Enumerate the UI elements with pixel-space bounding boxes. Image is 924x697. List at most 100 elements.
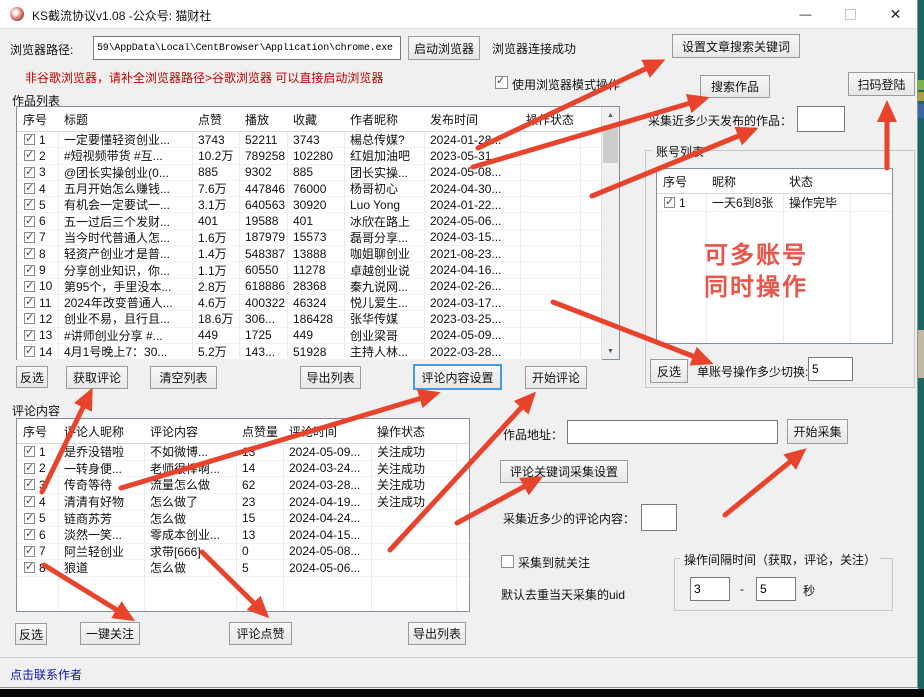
comments-table-row[interactable]: 3 传奇等待 流量怎么做 62 2024-03-28... 关注成功 [17, 477, 469, 494]
row-checkbox[interactable] [24, 313, 35, 324]
comment-like-button[interactable]: 评论点赞 [229, 622, 292, 645]
interval-from-input[interactable] [690, 577, 730, 601]
col-header[interactable]: 状态 [783, 173, 850, 190]
work-url-input[interactable] [567, 420, 778, 444]
works-table-row[interactable]: 8 轻资产创业才是普... 1.4万 548387 13888 咖姐聊创业 20… [17, 246, 602, 262]
launch-browser-button[interactable]: 启动浏览器 [408, 36, 480, 60]
start-collect-button[interactable]: 开始采集 [787, 419, 848, 444]
scan-login-button[interactable]: 扫码登陆 [848, 72, 915, 96]
col-header[interactable]: 点赞 [192, 111, 239, 128]
comments-invert-button[interactable]: 反选 [15, 623, 47, 645]
one-key-follow-button[interactable]: 一键关注 [80, 622, 140, 645]
clear-list-button[interactable]: 清空列表 [150, 366, 217, 389]
account-switch-input[interactable] [808, 357, 853, 381]
row-checkbox[interactable] [24, 529, 35, 540]
col-header[interactable]: 昵称 [706, 173, 783, 190]
col-header[interactable]: 收藏 [287, 111, 344, 128]
close-button[interactable]: ✕ [873, 0, 918, 28]
works-scrollbar[interactable]: ▲ ▼ [601, 107, 619, 359]
maximize-button[interactable] [828, 0, 873, 28]
col-header[interactable]: 发布时间 [424, 111, 520, 128]
works-table-row[interactable]: 1 一定要懂轻资创业... 3743 52211 3743 楊总传媒? 2024… [17, 132, 602, 148]
interval-to-input[interactable] [756, 577, 796, 601]
row-checkbox[interactable] [664, 197, 675, 208]
row-checkbox[interactable] [24, 134, 35, 145]
comments-table-row[interactable]: 7 阿兰轻创业 求带[666] 0 2024-05-08... [17, 544, 469, 561]
row-checkbox[interactable] [24, 446, 35, 457]
works-table-row[interactable]: 5 有机会一定要试一... 3.1万 640563 30920 Luo Yong… [17, 197, 602, 213]
row-checkbox[interactable] [24, 330, 35, 341]
scroll-down-icon[interactable]: ▼ [602, 343, 619, 359]
cell-status [371, 544, 456, 560]
col-header[interactable]: 操作状态 [520, 111, 580, 128]
row-checkbox[interactable] [24, 248, 35, 259]
works-invert-button[interactable]: 反选 [16, 366, 48, 388]
row-select-cell: 7 [17, 544, 58, 560]
start-comment-button[interactable]: 开始评论 [525, 366, 587, 389]
works-table-row[interactable]: 6 五一过后三个发财... 401 19588 401 冰欣在路上 2024-0… [17, 213, 602, 229]
scroll-up-icon[interactable]: ▲ [602, 107, 619, 123]
col-header[interactable]: 评论时间 [283, 423, 371, 440]
col-header[interactable]: 序号 [657, 173, 706, 190]
follow-on-collect-checkbox[interactable] [501, 555, 514, 568]
comments-table-row[interactable]: 6 淡然一笑... 零成本创业... 13 2024-04-15... [17, 527, 469, 544]
search-works-button[interactable]: 搜索作品 [700, 75, 770, 98]
accounts-table-row[interactable]: 1 一天6到8张 操作完毕 [657, 194, 892, 212]
col-header[interactable]: 序号 [17, 111, 58, 128]
get-comments-button[interactable]: 获取评论 [66, 366, 128, 389]
comments-table-row[interactable]: 4 清清有好物 怎么做了 23 2024-04-19... 关注成功 [17, 494, 469, 511]
row-checkbox[interactable] [24, 265, 35, 276]
col-header[interactable]: 评论人昵称 [58, 423, 144, 440]
col-header[interactable]: 操作状态 [371, 423, 456, 440]
comment-content-settings-button[interactable]: 评论内容设置 [413, 364, 502, 390]
col-header[interactable]: 序号 [17, 423, 58, 440]
works-table-row[interactable]: 11 2024年改变普通人... 4.6万 400322 46324 悦儿爱生.… [17, 295, 602, 311]
comments-table-row[interactable]: 1 是乔没错啦 不如微博... 13 2024-05-09... 关注成功 [17, 444, 469, 461]
works-table-row[interactable]: 4 五月开始怎么赚钱... 7.6万 447846 76000 杨哥初心 202… [17, 181, 602, 197]
scrollbar-thumb[interactable] [603, 125, 618, 163]
row-checkbox[interactable] [24, 496, 35, 507]
works-table-row[interactable]: 12 创业不易，且行且... 18.6万 306... 186428 张华传媒 … [17, 311, 602, 327]
row-checkbox[interactable] [24, 513, 35, 524]
row-checkbox[interactable] [24, 167, 35, 178]
browser-path-input[interactable] [93, 36, 401, 60]
comments-table-row[interactable]: 8 狼道 怎么做 5 2024-05-06... [17, 560, 469, 577]
row-checkbox[interactable] [24, 463, 35, 474]
collect-days-input[interactable] [797, 106, 845, 132]
row-checkbox[interactable] [24, 199, 35, 210]
works-table-row[interactable]: 9 分享创业知识，你... 1.1万 60550 11278 卓越创业说 202… [17, 262, 602, 278]
col-header[interactable]: 标题 [58, 111, 192, 128]
works-table-row[interactable]: 14 4月1号晚上7：30... 5.2万 143... 51928 主持人林.… [17, 344, 602, 360]
browser-mode-checkbox[interactable] [495, 76, 508, 89]
row-checkbox[interactable] [24, 562, 35, 573]
collect-count-input[interactable] [641, 504, 677, 531]
comments-table-row[interactable]: 5 链商苏芳 怎么做 15 2024-04-24... [17, 510, 469, 527]
row-checkbox[interactable] [24, 346, 35, 357]
row-checkbox[interactable] [24, 183, 35, 194]
contact-author-link[interactable]: 点击联系作者 [10, 666, 82, 683]
row-checkbox[interactable] [24, 281, 35, 292]
keyword-collect-settings-button[interactable]: 评论关键词采集设置 [500, 460, 628, 483]
works-table-row[interactable]: 7 当今时代普通人怎... 1.6万 187979 15573 磊哥分享... … [17, 230, 602, 246]
row-checkbox[interactable] [24, 216, 35, 227]
col-header[interactable]: 作者昵称 [344, 111, 424, 128]
col-header[interactable]: 播放 [239, 111, 287, 128]
accounts-invert-button[interactable]: 反选 [650, 359, 688, 383]
comments-export-button[interactable]: 导出列表 [408, 622, 466, 645]
works-table-row[interactable]: 10 第95个，手里没本... 2.8万 618886 28368 秦九说网..… [17, 279, 602, 295]
set-article-keyword-button[interactable]: 设置文章搜索关键词 [672, 34, 800, 58]
col-header[interactable]: 点赞量 [236, 423, 283, 440]
works-table-row[interactable]: 13 #讲师创业分享 #... 449 1725 449 创业梁哥 2024-0… [17, 328, 602, 344]
works-table-row[interactable]: 3 @团长实操创业(0... 885 9302 885 团长实操... 2024… [17, 165, 602, 181]
minimize-button[interactable]: — [783, 0, 828, 28]
row-checkbox[interactable] [24, 150, 35, 161]
col-header[interactable]: 评论内容 [144, 423, 236, 440]
row-checkbox[interactable] [24, 546, 35, 557]
comments-table-row[interactable]: 2 一转身便... 老师很棒啊... 14 2024-03-24... 关注成功 [17, 461, 469, 478]
row-checkbox[interactable] [24, 297, 35, 308]
row-checkbox[interactable] [24, 479, 35, 490]
works-table-row[interactable]: 2 #短视频带货 #互... 10.2万 789258 102280 红姐加油吧… [17, 148, 602, 164]
works-export-button[interactable]: 导出列表 [300, 366, 361, 389]
cell-nick: 淡然一笑... [58, 527, 144, 543]
row-checkbox[interactable] [24, 232, 35, 243]
